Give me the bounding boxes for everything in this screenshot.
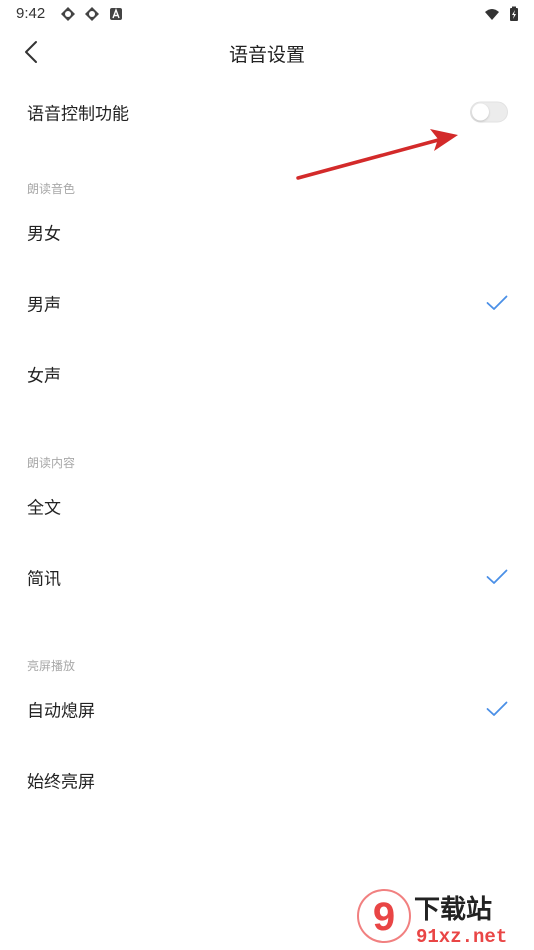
section-header-screen-on-play: 亮屏播放 bbox=[27, 659, 76, 673]
toggle-knob bbox=[472, 103, 489, 121]
option-label: 自动熄屏 bbox=[27, 701, 95, 722]
header: 语音设置 bbox=[0, 28, 534, 76]
option-female-voice[interactable]: 女声 bbox=[0, 342, 534, 406]
annotation-arrow bbox=[290, 125, 465, 185]
status-time: 9:42 bbox=[16, 5, 46, 22]
option-label: 男声 bbox=[27, 295, 61, 316]
wifi-icon bbox=[484, 6, 500, 22]
voice-control-toggle[interactable] bbox=[470, 101, 508, 123]
watermark-logo-text: 9 bbox=[373, 895, 395, 939]
option-male-female[interactable]: 男女 bbox=[0, 200, 534, 264]
app-notification-icon bbox=[60, 6, 76, 22]
battery-charging-icon bbox=[506, 6, 522, 22]
check-icon bbox=[486, 701, 508, 717]
watermark-url-text: 91xz.net bbox=[416, 926, 507, 948]
watermark-brand-text: 下载站 bbox=[414, 895, 492, 925]
check-icon bbox=[486, 569, 508, 585]
option-label: 简讯 bbox=[27, 569, 61, 590]
option-label: 全文 bbox=[27, 498, 61, 519]
section-header-read-content: 朗读内容 bbox=[27, 456, 76, 470]
check-icon bbox=[486, 295, 508, 311]
option-label: 女声 bbox=[27, 366, 61, 387]
option-label: 始终亮屏 bbox=[27, 772, 95, 793]
watermark-logo: 9 下载站 91xz.net bbox=[352, 886, 532, 948]
option-auto-screen-off[interactable]: 自动熄屏 bbox=[0, 677, 534, 741]
voice-control-label: 语音控制功能 bbox=[27, 104, 129, 125]
option-full-text[interactable]: 全文 bbox=[0, 474, 534, 538]
keyboard-notification-icon bbox=[108, 6, 124, 22]
app-notification-icon bbox=[84, 6, 100, 22]
option-label: 男女 bbox=[27, 224, 61, 245]
option-brief[interactable]: 简讯 bbox=[0, 545, 534, 609]
section-header-voice-tone: 朗读音色 bbox=[27, 182, 76, 196]
option-male-voice[interactable]: 男声 bbox=[0, 271, 534, 335]
option-always-screen-on[interactable]: 始终亮屏 bbox=[0, 748, 534, 812]
page-title: 语音设置 bbox=[228, 44, 305, 66]
status-bar: 9:42 bbox=[0, 0, 534, 28]
